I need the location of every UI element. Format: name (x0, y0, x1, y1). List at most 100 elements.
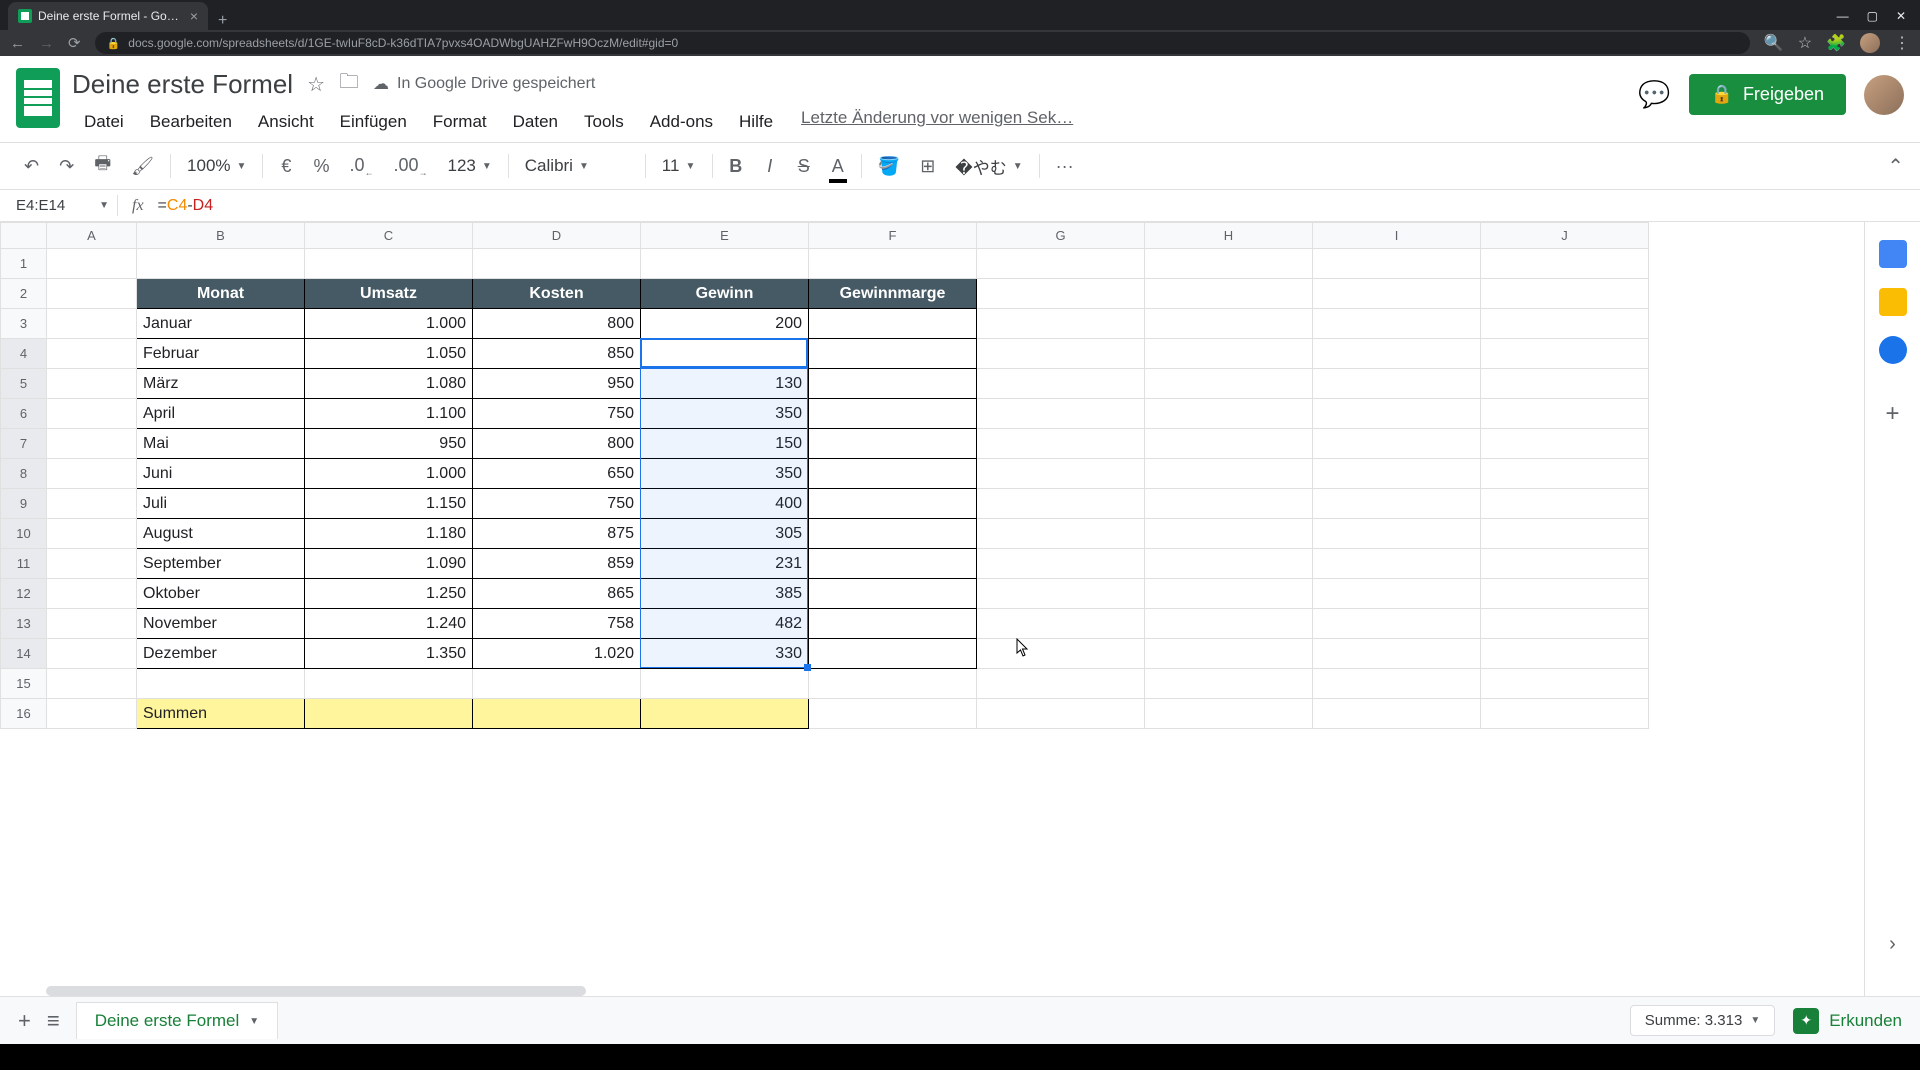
cell-A9[interactable] (47, 489, 137, 519)
cell-G5[interactable] (977, 369, 1145, 399)
menu-edit[interactable]: Bearbeiten (138, 108, 244, 136)
cell-B11[interactable]: September (137, 549, 305, 579)
cell-G10[interactable] (977, 519, 1145, 549)
cell-J2[interactable] (1481, 279, 1649, 309)
cell-F16[interactable] (809, 699, 977, 729)
cell-I6[interactable] (1313, 399, 1481, 429)
spreadsheet-grid[interactable]: ABCDEFGHIJ12MonatUmsatzKostenGewinnGewin… (0, 222, 1864, 996)
cell-A11[interactable] (47, 549, 137, 579)
cell-E3[interactable]: 200 (641, 309, 809, 339)
row-header-11[interactable]: 11 (1, 549, 47, 579)
cell-F6[interactable] (809, 399, 977, 429)
fill-color-button[interactable]: 🪣 (870, 150, 908, 183)
add-addon-icon[interactable]: + (1885, 400, 1899, 428)
cell-I3[interactable] (1313, 309, 1481, 339)
menu-format[interactable]: Format (421, 108, 499, 136)
cell-E2[interactable]: Gewinn (641, 279, 809, 309)
cell-B6[interactable]: April (137, 399, 305, 429)
sheets-logo-icon[interactable] (16, 68, 60, 128)
cell-C12[interactable]: 1.250 (305, 579, 473, 609)
cell-H2[interactable] (1145, 279, 1313, 309)
cell-C2[interactable]: Umsatz (305, 279, 473, 309)
menu-data[interactable]: Daten (501, 108, 570, 136)
cell-B9[interactable]: Juli (137, 489, 305, 519)
cell-I4[interactable] (1313, 339, 1481, 369)
cell-H9[interactable] (1145, 489, 1313, 519)
cell-F8[interactable] (809, 459, 977, 489)
cell-A2[interactable] (47, 279, 137, 309)
cell-E14[interactable]: 330 (641, 639, 809, 669)
cell-E13[interactable]: 482 (641, 609, 809, 639)
cell-G11[interactable] (977, 549, 1145, 579)
cell-G12[interactable] (977, 579, 1145, 609)
cell-C15[interactable] (305, 669, 473, 699)
cell-B12[interactable]: Oktober (137, 579, 305, 609)
quick-sum[interactable]: Summe: 3.313 ▼ (1630, 1005, 1775, 1036)
cell-G8[interactable] (977, 459, 1145, 489)
cell-C1[interactable] (305, 249, 473, 279)
row-header-3[interactable]: 3 (1, 309, 47, 339)
cell-E1[interactable] (641, 249, 809, 279)
cell-F9[interactable] (809, 489, 977, 519)
cell-A7[interactable] (47, 429, 137, 459)
zoom-icon[interactable]: 🔍 (1764, 33, 1784, 53)
cell-D16[interactable] (473, 699, 641, 729)
add-sheet-button[interactable]: + (18, 1008, 31, 1034)
row-header-5[interactable]: 5 (1, 369, 47, 399)
collapse-toolbar-icon[interactable]: ⌃ (1887, 154, 1904, 179)
font-select[interactable]: Calibri▼ (517, 152, 637, 180)
row-header-13[interactable]: 13 (1, 609, 47, 639)
all-sheets-button[interactable]: ≡ (47, 1008, 60, 1034)
cell-H11[interactable] (1145, 549, 1313, 579)
cell-E9[interactable]: 400 (641, 489, 809, 519)
back-icon[interactable]: ← (10, 35, 25, 52)
move-icon[interactable]: 🗀 (339, 67, 359, 101)
cell-C3[interactable]: 1.000 (305, 309, 473, 339)
cell-B7[interactable]: Mai (137, 429, 305, 459)
cell-D6[interactable]: 750 (473, 399, 641, 429)
cell-I1[interactable] (1313, 249, 1481, 279)
name-box[interactable]: E4:E14 ▼ (8, 195, 118, 216)
cell-H8[interactable] (1145, 459, 1313, 489)
cell-I14[interactable] (1313, 639, 1481, 669)
cell-H3[interactable] (1145, 309, 1313, 339)
cell-A5[interactable] (47, 369, 137, 399)
cell-E11[interactable]: 231 (641, 549, 809, 579)
cell-A3[interactable] (47, 309, 137, 339)
cell-I9[interactable] (1313, 489, 1481, 519)
row-header-8[interactable]: 8 (1, 459, 47, 489)
redo-icon[interactable]: ↷ (51, 150, 82, 183)
decrease-decimal-button[interactable]: .0← (341, 149, 381, 184)
col-header-E[interactable]: E (641, 223, 809, 249)
menu-addons[interactable]: Add-ons (638, 108, 725, 136)
cell-E10[interactable]: 305 (641, 519, 809, 549)
reload-icon[interactable]: ⟳ (68, 34, 81, 52)
col-header-C[interactable]: C (305, 223, 473, 249)
cell-H6[interactable] (1145, 399, 1313, 429)
cell-J1[interactable] (1481, 249, 1649, 279)
cell-D14[interactable]: 1.020 (473, 639, 641, 669)
col-header-I[interactable]: I (1313, 223, 1481, 249)
cell-B15[interactable] (137, 669, 305, 699)
cell-A15[interactable] (47, 669, 137, 699)
cell-D3[interactable]: 800 (473, 309, 641, 339)
cell-J9[interactable] (1481, 489, 1649, 519)
cell-A4[interactable] (47, 339, 137, 369)
row-header-16[interactable]: 16 (1, 699, 47, 729)
italic-button[interactable]: I (755, 150, 785, 183)
cell-A10[interactable] (47, 519, 137, 549)
cell-G4[interactable] (977, 339, 1145, 369)
chevron-down-icon[interactable]: ▼ (249, 1016, 259, 1027)
cell-G15[interactable] (977, 669, 1145, 699)
cell-H7[interactable] (1145, 429, 1313, 459)
col-header-D[interactable]: D (473, 223, 641, 249)
cell-H13[interactable] (1145, 609, 1313, 639)
cell-A13[interactable] (47, 609, 137, 639)
cell-D15[interactable] (473, 669, 641, 699)
new-tab-button[interactable]: + (208, 12, 237, 30)
cell-H10[interactable] (1145, 519, 1313, 549)
number-format-select[interactable]: 123▼ (440, 152, 500, 180)
cell-E12[interactable]: 385 (641, 579, 809, 609)
keep-addon-icon[interactable] (1879, 288, 1907, 316)
cell-F3[interactable] (809, 309, 977, 339)
